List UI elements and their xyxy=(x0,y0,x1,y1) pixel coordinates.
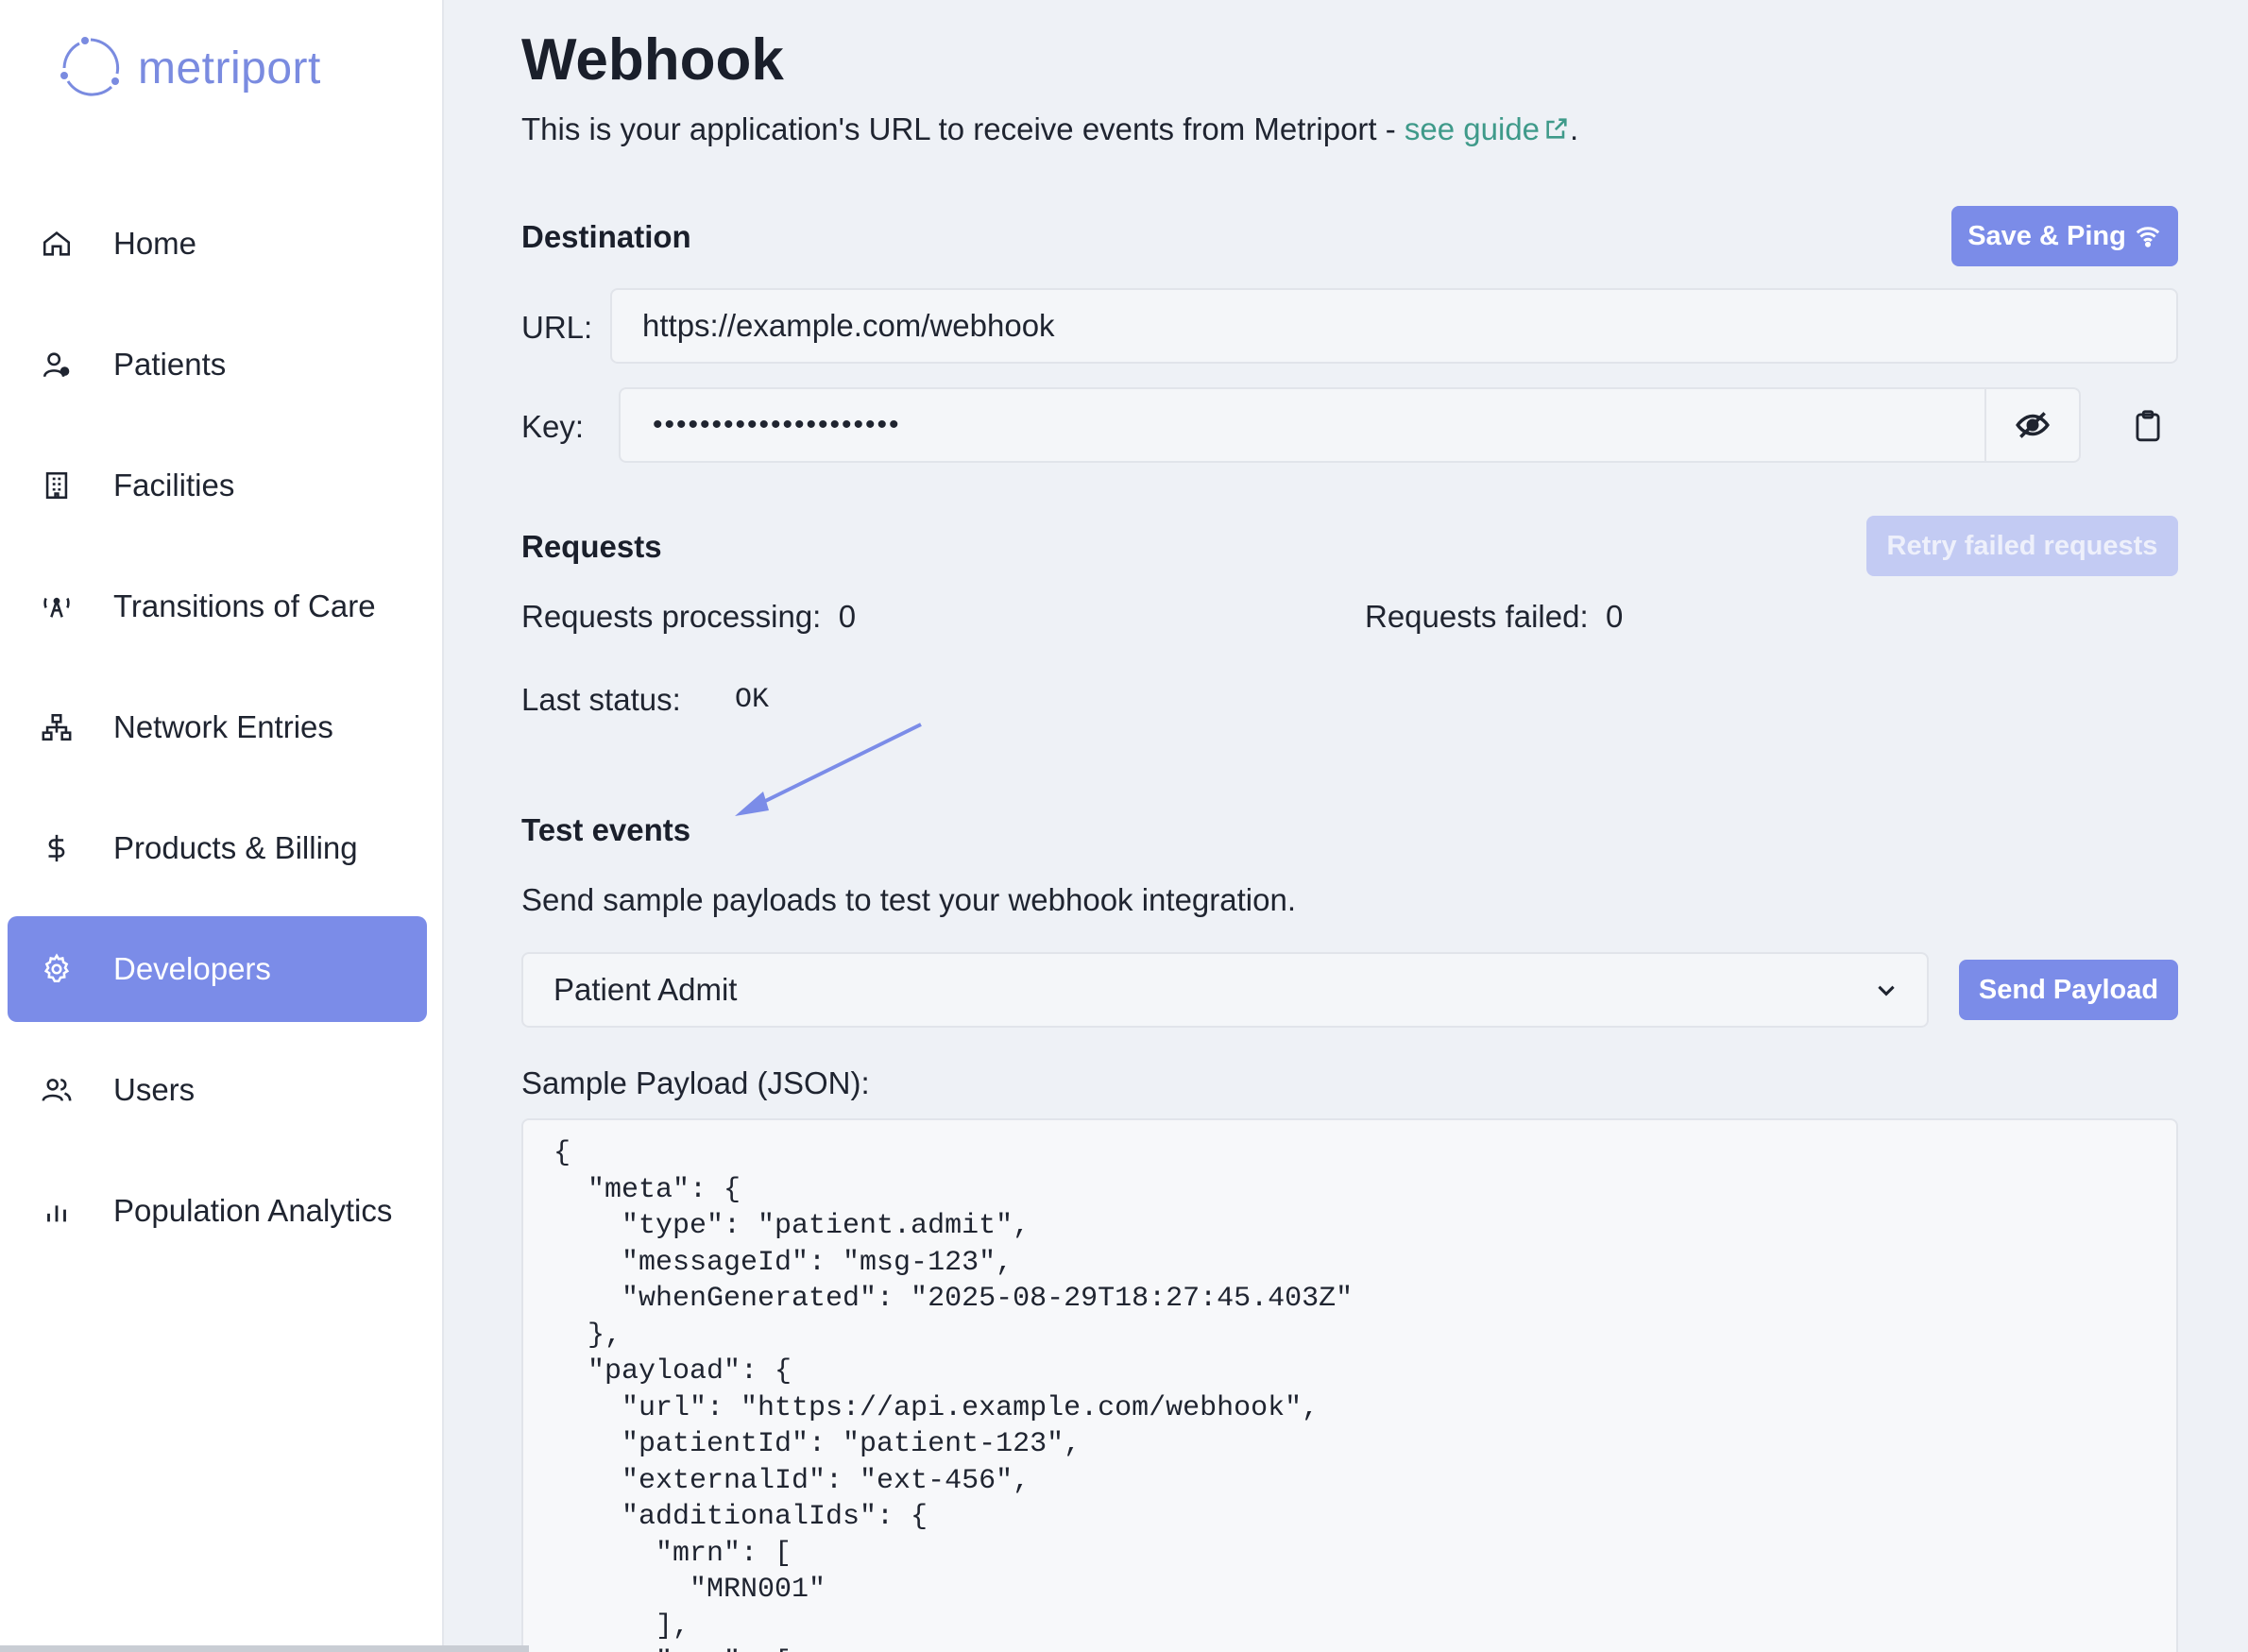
chevron-down-icon xyxy=(1878,985,1895,996)
clipboard-icon xyxy=(2136,410,2160,442)
bottom-divider xyxy=(0,1645,529,1652)
requests-failed: Requests failed: 0 xyxy=(1365,599,1623,635)
sidebar-item-label: Developers xyxy=(113,951,271,986)
gear-icon xyxy=(34,946,79,992)
url-value: https://example.com/webhook xyxy=(642,308,1055,343)
sidebar-item-facilities[interactable]: Facilities xyxy=(8,433,427,538)
sidebar-item-label: Network Entries xyxy=(113,709,333,744)
key-value: ••••••••••••••••••••• xyxy=(653,409,901,440)
sidebar-item-home[interactable]: Home xyxy=(8,191,427,297)
last-status-value: OK xyxy=(735,684,770,716)
sidebar-item-population-analytics[interactable]: Population Analytics xyxy=(8,1158,427,1264)
url-input[interactable]: https://example.com/webhook xyxy=(610,288,2178,364)
dollar-icon xyxy=(34,826,79,871)
requests-failed-value: 0 xyxy=(1605,599,1624,634)
sidebar-item-developers[interactable]: Developers xyxy=(8,916,427,1022)
logo-text: metriport xyxy=(138,43,321,94)
sidebar: metriport Home Patients Facilities Trans… xyxy=(0,0,444,1652)
sidebar-item-network-entries[interactable]: Network Entries xyxy=(8,674,427,780)
event-type-select[interactable]: Patient Admit xyxy=(521,952,1929,1028)
event-type-selected: Patient Admit xyxy=(553,972,738,1007)
sidebar-item-label: Products & Billing xyxy=(113,830,358,865)
requests-failed-label: Requests failed: xyxy=(1365,599,1589,634)
retry-label: Retry failed requests xyxy=(1886,530,2158,561)
page-subtitle: This is your application's URL to receiv… xyxy=(521,111,1578,147)
requests-title: Requests xyxy=(521,529,662,564)
annotation-arrow-icon xyxy=(735,723,922,816)
eye-slash-icon xyxy=(2016,412,2050,438)
requests-processing-value: 0 xyxy=(838,599,857,634)
wifi-icon xyxy=(2136,227,2160,247)
sidebar-item-users[interactable]: Users xyxy=(8,1037,427,1143)
patient-icon xyxy=(34,342,79,387)
test-events-description: Send sample payloads to test your webhoo… xyxy=(521,882,1297,917)
key-label: Key: xyxy=(521,409,585,444)
toggle-key-visibility-button[interactable] xyxy=(1984,389,2079,461)
users-icon xyxy=(34,1067,79,1113)
building-icon xyxy=(34,463,79,508)
page-title: Webhook xyxy=(521,27,784,93)
sample-payload-text: { "meta": { "type": "patient.admit", "me… xyxy=(553,1137,1354,1652)
send-payload-label: Send Payload xyxy=(1978,974,2159,1005)
subtitle-text: This is your application's URL to receiv… xyxy=(521,111,1405,146)
network-icon xyxy=(34,705,79,750)
bar-chart-icon xyxy=(34,1188,79,1234)
url-label: URL: xyxy=(521,310,593,345)
requests-processing-label: Requests processing: xyxy=(521,599,822,634)
sample-payload-code[interactable]: { "meta": { "type": "patient.admit", "me… xyxy=(521,1118,2178,1652)
save-ping-label: Save & Ping xyxy=(1967,220,2126,251)
requests-processing: Requests processing: 0 xyxy=(521,599,856,635)
sidebar-item-label: Population Analytics xyxy=(113,1193,393,1228)
send-payload-button[interactable]: Send Payload xyxy=(1959,960,2178,1020)
subtitle-suffix: . xyxy=(1570,111,1579,146)
sidebar-item-label: Users xyxy=(113,1072,196,1107)
sidebar-item-transitions-of-care[interactable]: Transitions of Care xyxy=(8,554,427,659)
broadcast-icon xyxy=(34,584,79,629)
sidebar-item-patients[interactable]: Patients xyxy=(8,312,427,417)
copy-key-button[interactable] xyxy=(2120,397,2176,453)
sidebar-item-label: Home xyxy=(113,226,197,261)
logo[interactable]: metriport xyxy=(57,34,321,102)
sidebar-nav: Home Patients Facilities Transitions of … xyxy=(8,191,427,1279)
metriport-logo-icon xyxy=(60,37,120,96)
see-guide-link[interactable]: see guide xyxy=(1405,111,1570,146)
save-ping-button[interactable]: Save & Ping xyxy=(1951,206,2178,266)
sidebar-item-label: Patients xyxy=(113,347,227,382)
test-events-title: Test events xyxy=(521,812,691,847)
external-link-icon xyxy=(1546,118,1567,139)
last-status-label: Last status: xyxy=(521,682,681,717)
sidebar-item-label: Transitions of Care xyxy=(113,588,376,623)
sidebar-item-label: Facilities xyxy=(113,468,235,502)
destination-title: Destination xyxy=(521,219,691,254)
key-input[interactable]: ••••••••••••••••••••• xyxy=(619,387,2081,463)
retry-failed-requests-button[interactable]: Retry failed requests xyxy=(1866,516,2178,576)
home-icon xyxy=(34,221,79,266)
sample-payload-label: Sample Payload (JSON): xyxy=(521,1065,870,1100)
sidebar-item-products-billing[interactable]: Products & Billing xyxy=(8,795,427,901)
see-guide-link-text: see guide xyxy=(1404,111,1541,146)
